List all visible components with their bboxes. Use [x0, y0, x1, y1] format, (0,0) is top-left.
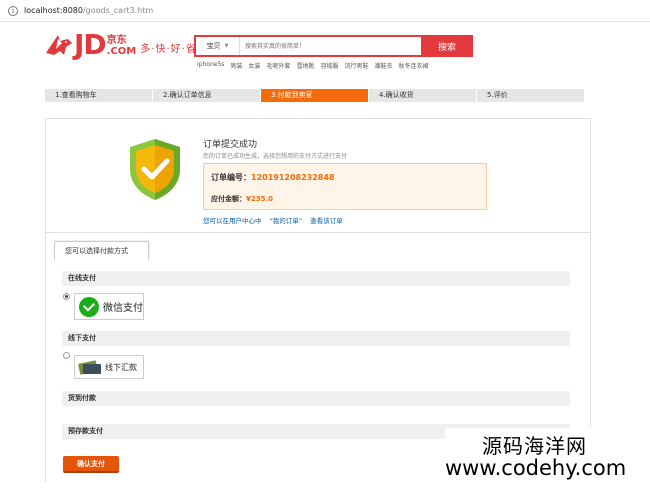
order-success-title: 订单提交成功: [203, 140, 258, 150]
slogan: 多·快·好·省: [140, 44, 197, 55]
hotword-link[interactable]: 毛呢外套: [266, 61, 290, 70]
my-orders-link[interactable]: “我的订单”: [270, 215, 303, 225]
logo-com-text: .COM: [106, 46, 137, 57]
search-input[interactable]: [240, 37, 421, 55]
search-button[interactable]: 搜索: [421, 35, 473, 57]
step-pay-seller: 3.付款到卖家: [261, 89, 369, 102]
offline-payment-header: 线下支付: [62, 331, 570, 346]
checkout-progress-steps: 1.查看购物车 2.确认订单信息 3.付款到卖家 4.确认收货 5.评价: [45, 89, 585, 102]
jd-logo[interactable]: JD 京东 .COM 多·快·好·省: [44, 28, 197, 61]
watermark-line1: 源码海洋网: [482, 434, 587, 458]
hotword-link[interactable]: iphone5s: [197, 61, 224, 70]
search-bar: 宝贝 ▼ 搜索: [194, 35, 473, 57]
jd-dog-mascot-icon: [46, 35, 72, 55]
offline-transfer-option[interactable]: 线下汇款: [74, 355, 144, 379]
watermark-line2: www.codehy.com: [445, 456, 627, 480]
step-confirm-receipt: 4.确认收货: [369, 89, 477, 102]
hotword-link[interactable]: 女装: [248, 61, 260, 70]
chevron-down-icon: ▼: [224, 43, 229, 49]
order-amount-row: 应付金额：¥235.0: [211, 195, 274, 203]
cash-on-delivery-header[interactable]: 货到付款: [62, 391, 570, 406]
online-payment-header: 在线支付: [62, 271, 570, 286]
hotword-link[interactable]: 雪地靴: [296, 61, 314, 70]
logo-cn-text: 京东: [106, 35, 127, 46]
logo-jd-text: JD: [74, 28, 107, 61]
browser-address-bar[interactable]: i localhost:8080/goods_cart3.htm: [0, 0, 650, 22]
hotword-link[interactable]: 羽绒服: [320, 61, 338, 70]
watermark: 源码海洋网 www.codehy.com: [445, 428, 650, 488]
info-icon[interactable]: i: [8, 5, 18, 16]
url-text[interactable]: localhost:8080/goods_cart3.htm: [24, 6, 153, 15]
order-number-row: 订单编号：120191208232848: [211, 173, 335, 182]
search-category-select[interactable]: 宝贝 ▼: [196, 37, 240, 55]
payment-method-tab[interactable]: 您可以选择付款方式: [54, 241, 149, 260]
bank-card-icon: [78, 360, 101, 375]
order-amount-value: ¥235.0: [246, 195, 274, 203]
order-success-subtitle: 您的订单已成功生成，选择您想用的支付方式进行支付: [203, 153, 348, 160]
wechat-pay-radio[interactable]: [63, 293, 70, 300]
step-confirm-order: 2.确认订单信息: [153, 89, 261, 102]
wechat-pay-icon: [79, 296, 99, 317]
view-order-link[interactable]: 查看该订单: [310, 215, 343, 225]
confirm-payment-button[interactable]: 确认支付: [63, 456, 119, 473]
step-view-cart: 1.查看购物车: [45, 89, 153, 102]
wechat-pay-option[interactable]: 微信支付: [74, 293, 144, 320]
offline-transfer-radio[interactable]: [63, 352, 70, 359]
order-info-box: 订单编号：120191208232848 应付金额：¥235.0: [203, 163, 487, 210]
order-links: 您可以在用户中心中 “我的订单” 查看该订单: [203, 215, 343, 225]
divider: [46, 232, 590, 233]
hotword-link[interactable]: 男装: [230, 61, 242, 70]
hotword-link[interactable]: 秋冬连衣裙: [399, 61, 429, 70]
hotword-link[interactable]: 流行男鞋: [344, 61, 368, 70]
user-center-text: 您可以在用户中心中: [203, 217, 262, 225]
shield-check-icon: [130, 139, 180, 200]
step-review: 5.评价: [477, 89, 585, 102]
order-number-value: 120191208232848: [251, 173, 335, 182]
hot-keywords: iphone5s 男装 女装 毛呢外套 雪地靴 羽绒服 流行男鞋 潮鞋衣 秋冬连…: [197, 61, 429, 70]
hotword-link[interactable]: 潮鞋衣: [374, 61, 392, 70]
